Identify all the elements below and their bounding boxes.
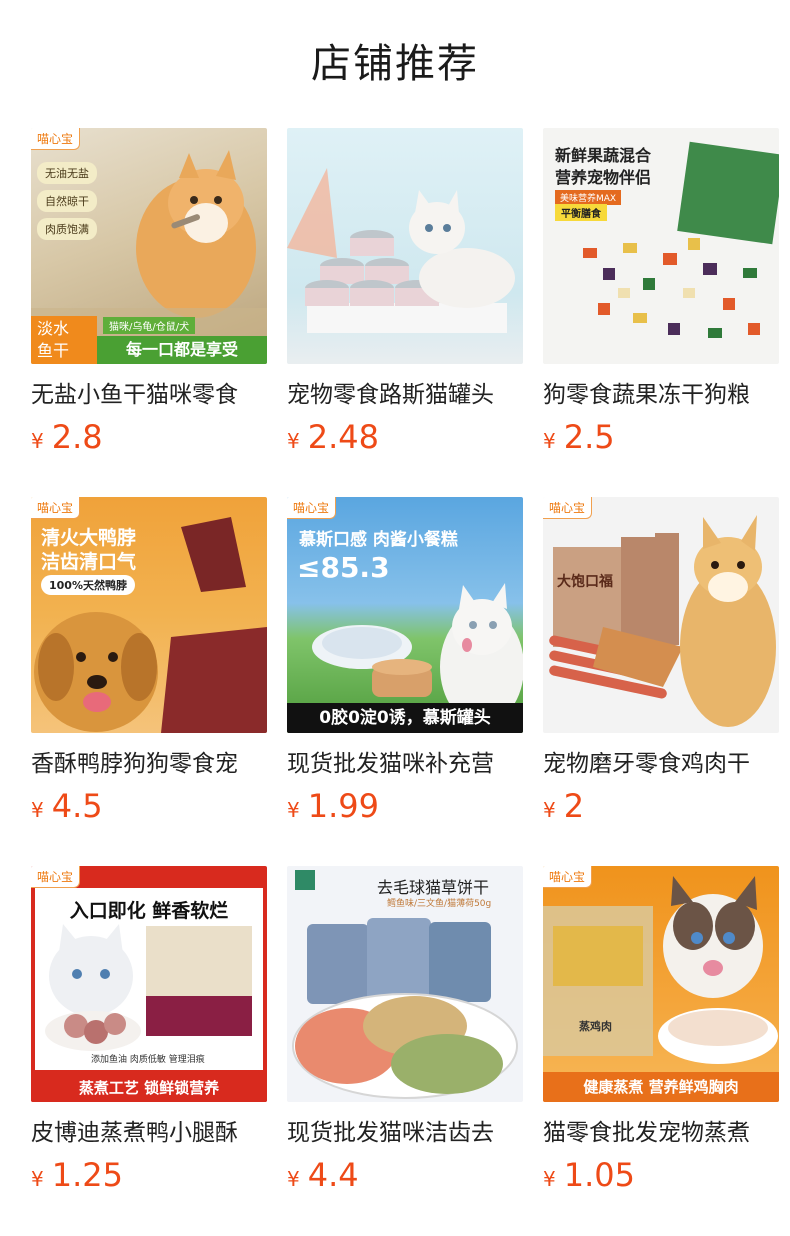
brand-logo: 喵心宝 xyxy=(31,866,81,888)
shop-recommend-page: 店铺推荐 喵心宝 无油无盐 自然晾干 肉质饱满 淡水 鱼干 猫咪/乌龟/仓鼠/犬… xyxy=(0,0,790,1236)
headline-text: 去毛球猫草饼干 xyxy=(377,878,490,897)
price-value: 2.48 xyxy=(307,418,379,456)
price-value: 4.4 xyxy=(307,1156,359,1194)
price-value: 1.25 xyxy=(51,1156,123,1194)
headline-text: 新鲜果蔬混合 xyxy=(555,146,652,165)
product-card[interactable]: 喵心宝 清火大鸭脖 洁齿清口气 100%天然鸭脖 香酥鸭脖狗狗零食宠 ¥ 4.5 xyxy=(31,497,267,825)
currency-symbol: ¥ xyxy=(31,429,44,453)
product-image: 喵心宝 蒸鸡肉 健康蒸煮 营养鲜鸡胸肉 xyxy=(543,866,779,1102)
price-value: 2 xyxy=(563,787,585,825)
product-price: ¥ 2.5 xyxy=(543,418,615,458)
headline-text: 洁齿清口气 xyxy=(41,551,137,573)
bottom-banner: 蒸煮工艺 锁鲜锁营养 xyxy=(31,1074,267,1102)
currency-symbol: ¥ xyxy=(543,429,556,453)
shiba-dog-and-jerky-illustration xyxy=(549,515,776,727)
product-name: 猫零食批发宠物蒸煮 xyxy=(543,1120,750,1146)
feature-chip: 100%天然鸭脖 xyxy=(41,575,135,595)
product-card[interactable]: 喵心宝 蒸鸡肉 健康蒸煮 营养鲜鸡胸肉 猫零食批发宠物蒸煮 ¥ 1.05 xyxy=(543,866,779,1194)
feature-tag: 无油无盐 xyxy=(37,162,97,184)
product-name: 宠物零食路斯猫罐头 xyxy=(287,382,494,408)
feature-tag: 肉质饱满 xyxy=(37,218,97,240)
cans-and-cat-illustration xyxy=(287,168,515,333)
price-value: 2.8 xyxy=(51,418,103,456)
bottom-banner: 0胶0淀0诱，慕斯罐头 xyxy=(287,703,523,733)
product-price: ¥ 4.4 xyxy=(287,1156,359,1196)
brand-logo: 喵心宝 xyxy=(287,497,337,519)
product-name: 无盐小鱼干猫咪零食 xyxy=(31,382,238,408)
product-card[interactable]: 喵心宝 入口即化 鲜香软烂 添加鱼油 肉质低敏 管理泪痕 蒸煮工艺 锁鲜锁营养 … xyxy=(31,866,267,1194)
brand-logo: 喵心宝 xyxy=(31,497,81,519)
product-name: 皮博迪蒸煮鸭小腿酥 xyxy=(31,1120,238,1146)
price-value: 1.99 xyxy=(307,787,379,825)
product-card[interactable]: 去毛球猫草饼干 鳕鱼味/三文鱼/猫薄荷50g 现货批发猫咪洁齿去 ¥ 4.4 xyxy=(287,866,523,1194)
badge-text: 淡水 xyxy=(37,319,70,338)
currency-symbol: ¥ xyxy=(287,429,300,453)
product-image: 新鲜果蔬混合 营养宠物伴侣 美味营养MAX 平衡膳食 xyxy=(543,128,779,364)
product-image: 喵心宝 无油无盐 自然晾干 肉质饱满 淡水 鱼干 猫咪/乌龟/仓鼠/犬 每一口都… xyxy=(31,128,267,364)
product-price: ¥ 1.05 xyxy=(543,1156,635,1196)
product-name: 现货批发猫咪洁齿去 xyxy=(287,1120,494,1146)
product-price: ¥ 2.8 xyxy=(31,418,103,458)
subtitle-text: 猫咪/乌龟/仓鼠/犬 xyxy=(103,317,196,334)
product-name: 狗零食蔬果冻干狗粮 xyxy=(543,382,750,408)
product-image: 喵心宝 大饱口福 xyxy=(543,497,779,733)
currency-symbol: ¥ xyxy=(31,798,44,822)
badge-text: 鱼干 xyxy=(37,341,70,360)
package-label: 蒸鸡肉 xyxy=(579,1020,612,1033)
product-price: ¥ 4.5 xyxy=(31,787,103,827)
product-card[interactable]: 宠物零食路斯猫罐头 ¥ 2.48 xyxy=(287,128,523,456)
product-price: ¥ 2.48 xyxy=(287,418,379,458)
product-name: 香酥鸭脖狗狗零食宠 xyxy=(31,751,238,777)
product-price: ¥ 1.99 xyxy=(287,787,379,827)
product-image: 喵心宝 慕斯口感 肉酱小餐糕 ≤85.3 0胶0淀0诱，慕斯罐头 xyxy=(287,497,523,733)
currency-symbol: ¥ xyxy=(543,1167,556,1191)
feature-chip: 美味营养MAX xyxy=(555,190,622,205)
headline-text: 入口即化 鲜香软烂 xyxy=(69,900,229,922)
product-image: 喵心宝 清火大鸭脖 洁齿清口气 100%天然鸭脖 xyxy=(31,497,267,733)
price-value: 2.5 xyxy=(563,418,615,456)
feature-note: 添加鱼油 肉质低敏 管理泪痕 xyxy=(91,1055,205,1065)
product-image xyxy=(287,128,523,364)
currency-symbol: ¥ xyxy=(287,1167,300,1191)
product-name: 现货批发猫咪补充营 xyxy=(287,751,494,777)
product-card[interactable]: 喵心宝 慕斯口感 肉酱小餐糕 ≤85.3 0胶0淀0诱，慕斯罐头 现货批发猫咪补… xyxy=(287,497,523,825)
page-title: 店铺推荐 xyxy=(311,41,479,87)
product-card[interactable]: 喵心宝 大饱口福 宠物磨牙零食鸡肉干 ¥ 2 xyxy=(543,497,779,825)
brand-logo: 喵心宝 xyxy=(31,128,81,150)
product-image: 去毛球猫草饼干 鳕鱼味/三文鱼/猫薄荷50g xyxy=(287,866,523,1102)
product-card[interactable]: 新鲜果蔬混合 营养宠物伴侣 美味营养MAX 平衡膳食 狗零食蔬果冻干狗粮 ¥ 2… xyxy=(543,128,779,456)
currency-symbol: ¥ xyxy=(31,1167,44,1191)
subtitle-text: 鳕鱼味/三文鱼/猫薄荷50g xyxy=(387,899,492,909)
headline-text: 慕斯口感 肉酱小餐糕 xyxy=(299,530,458,550)
product-price: ¥ 2 xyxy=(543,787,584,827)
currency-symbol: ¥ xyxy=(287,798,300,822)
brand-logo: 喵心宝 xyxy=(543,866,593,888)
price-value: 1.05 xyxy=(563,1156,635,1194)
brand-logo: 喵心宝 xyxy=(543,497,593,519)
product-card[interactable]: 喵心宝 无油无盐 自然晾干 肉质饱满 淡水 鱼干 猫咪/乌龟/仓鼠/犬 每一口都… xyxy=(31,128,267,456)
product-image: 喵心宝 入口即化 鲜香软烂 添加鱼油 肉质低敏 管理泪痕 蒸煮工艺 锁鲜锁营养 xyxy=(31,866,267,1102)
product-grid: 喵心宝 无油无盐 自然晾干 肉质饱满 淡水 鱼干 猫咪/乌龟/仓鼠/犬 每一口都… xyxy=(31,128,779,1194)
feature-tag: 自然晾干 xyxy=(37,190,97,212)
slogan-text: 每一口都是享受 xyxy=(97,336,267,364)
big-number-text: ≤85.3 xyxy=(297,551,390,584)
price-value: 4.5 xyxy=(51,787,103,825)
headline-text: 清火大鸭脖 xyxy=(41,527,137,549)
bottom-banner: 健康蒸煮 营养鲜鸡胸肉 xyxy=(543,1072,779,1102)
headline-text: 营养宠物伴侣 xyxy=(555,168,652,187)
feature-chip: 平衡膳食 xyxy=(555,204,607,221)
product-name: 宠物磨牙零食鸡肉干 xyxy=(543,751,750,777)
cat-and-chicken-breast-illustration xyxy=(543,876,778,1064)
package-label: 大饱口福 xyxy=(557,574,613,590)
currency-symbol: ¥ xyxy=(543,798,556,822)
product-price: ¥ 1.25 xyxy=(31,1156,123,1196)
